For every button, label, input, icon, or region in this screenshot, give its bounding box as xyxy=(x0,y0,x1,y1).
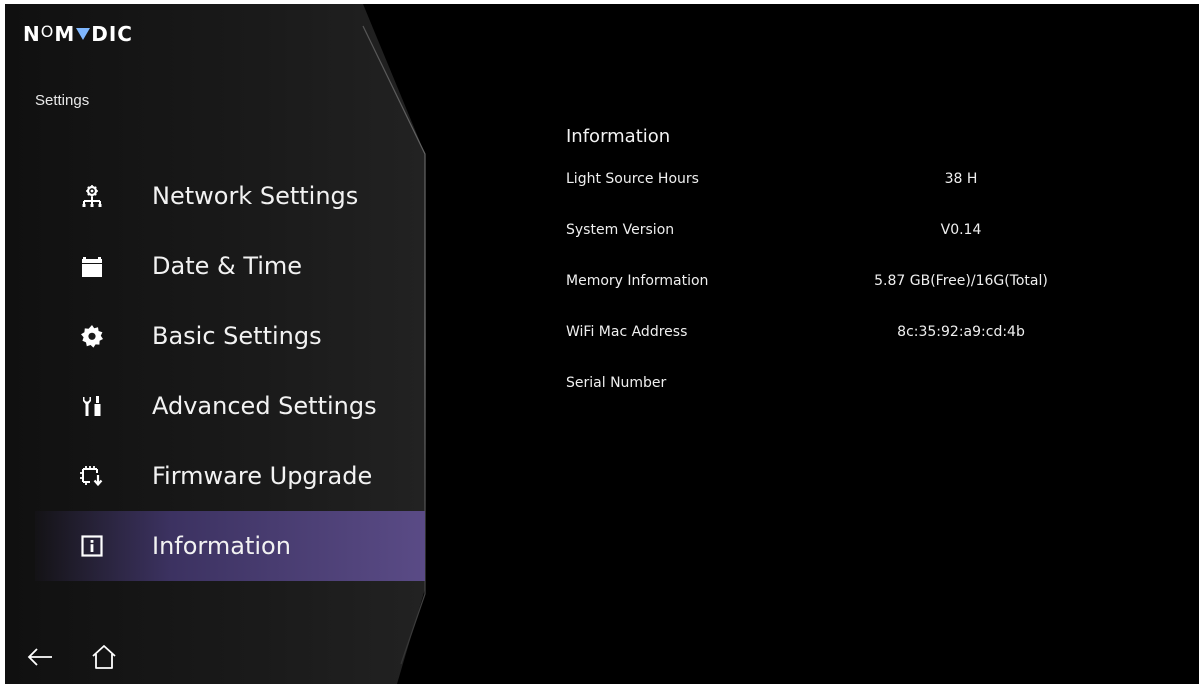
info-value: 5.87 GB(Free)/16G(Total) xyxy=(874,273,1048,289)
projector-screen: NOM DIC Settings Network Settings Date &… xyxy=(5,4,1199,684)
info-icon xyxy=(79,533,105,559)
info-value: 8c:35:92:a9:cd:4b xyxy=(897,324,1025,340)
settings-menu: Network Settings Date & Time Basic Setti… xyxy=(35,161,425,581)
info-key: WiFi Mac Address xyxy=(566,324,688,340)
sidebar-item-firmware-upgrade[interactable]: Firmware Upgrade xyxy=(35,441,425,511)
info-key: System Version xyxy=(566,222,675,238)
sidebar-item-date-time[interactable]: Date & Time xyxy=(35,231,425,301)
calendar-icon xyxy=(79,253,105,279)
info-key: Light Source Hours xyxy=(566,171,699,187)
info-row-serial-number: Serial Number xyxy=(566,375,1186,426)
info-value: 38 H xyxy=(944,171,978,187)
back-button[interactable] xyxy=(23,640,57,674)
settings-sidebar: NOM DIC Settings Network Settings Date &… xyxy=(5,4,429,684)
info-row-system-version: System Version V0.14 xyxy=(566,222,1186,273)
sidebar-item-network-settings[interactable]: Network Settings xyxy=(35,161,425,231)
bottom-navigation xyxy=(23,640,121,674)
home-icon xyxy=(92,645,116,669)
info-key: Memory Information xyxy=(566,273,709,289)
home-button[interactable] xyxy=(87,640,121,674)
sidebar-item-label: Basic Settings xyxy=(152,322,322,350)
sidebar-item-basic-settings[interactable]: Basic Settings xyxy=(35,301,425,371)
sidebar-item-label: Network Settings xyxy=(152,182,359,210)
info-row-wifi-mac-address: WiFi Mac Address 8c:35:92:a9:cd:4b xyxy=(566,324,1186,375)
firmware-upgrade-icon xyxy=(79,463,105,489)
tools-icon xyxy=(79,393,105,419)
back-arrow-icon xyxy=(27,648,52,666)
info-row-memory-information: Memory Information 5.87 GB(Free)/16G(Tot… xyxy=(566,273,1186,324)
information-panel: Information Light Source Hours 38 H Syst… xyxy=(566,126,1186,426)
info-key: Serial Number xyxy=(566,375,667,391)
gear-icon xyxy=(79,323,105,349)
sidebar-item-label: Information xyxy=(152,532,291,560)
sidebar-item-advanced-settings[interactable]: Advanced Settings xyxy=(35,371,425,441)
sidebar-item-label: Advanced Settings xyxy=(152,392,377,420)
panel-title: Information xyxy=(566,126,671,147)
sidebar-item-information[interactable]: Information xyxy=(35,511,425,581)
logo-v-triangle xyxy=(76,28,91,40)
sidebar-item-label: Date & Time xyxy=(152,252,303,280)
sidebar-item-label: Firmware Upgrade xyxy=(152,462,373,490)
info-row-light-source-hours: Light Source Hours 38 H xyxy=(566,171,1186,222)
page-title: Settings xyxy=(35,92,90,109)
nomvdic-logo: NOM DIC xyxy=(23,22,133,46)
info-value: V0.14 xyxy=(940,222,982,238)
network-icon xyxy=(79,183,105,209)
